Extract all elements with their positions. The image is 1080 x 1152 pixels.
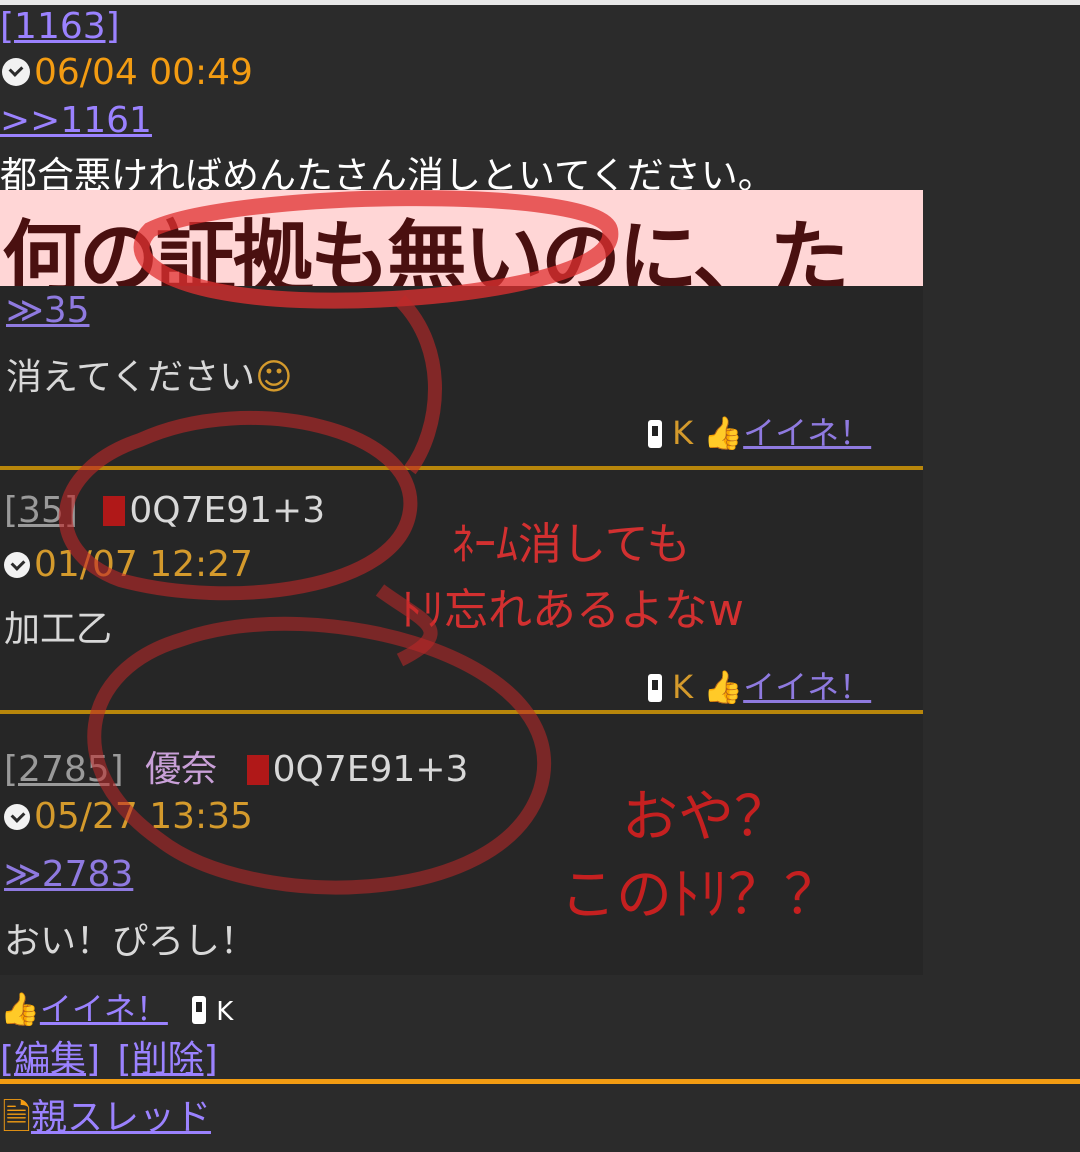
circle-stroke (394, 295, 442, 475)
carrier-label: K (216, 997, 234, 1027)
delete-link[interactable]: [削除] (118, 1039, 218, 1080)
reply-anchor-link[interactable]: >>1161 (0, 100, 152, 141)
top-divider (0, 0, 1080, 5)
attached-image[interactable]: 何の証拠も無いのに、ただ ≫35 消えてください☺ K 👍イイネ！ [35] 0… (0, 190, 923, 975)
post-timestamp: 06/04 00:49 (2, 52, 253, 93)
timestamp-text: 06/04 00:49 (34, 52, 253, 93)
post-number-link[interactable]: [1163] (0, 6, 120, 47)
post-actions: [編集] [削除] (0, 1030, 218, 1082)
footer-divider (0, 1079, 1080, 1084)
document-icon: 🗎 (2, 1097, 31, 1138)
like-button[interactable]: イイネ！ (40, 990, 168, 1028)
thumbs-up-icon: 👍 (0, 990, 40, 1028)
circle-stroke (58, 410, 418, 601)
circle-stroke (133, 190, 619, 309)
parent-thread-row: 🗎親スレッド (2, 1088, 211, 1152)
clock-icon (2, 58, 30, 86)
like-row: 👍イイネ！ K (0, 984, 233, 1030)
edit-link[interactable]: [編集] (0, 1039, 100, 1080)
circle-stroke (87, 616, 551, 895)
red-circle-markup (58, 190, 619, 895)
parent-thread-link[interactable]: 親スレッド (31, 1097, 211, 1138)
mobile-icon (192, 996, 207, 1024)
